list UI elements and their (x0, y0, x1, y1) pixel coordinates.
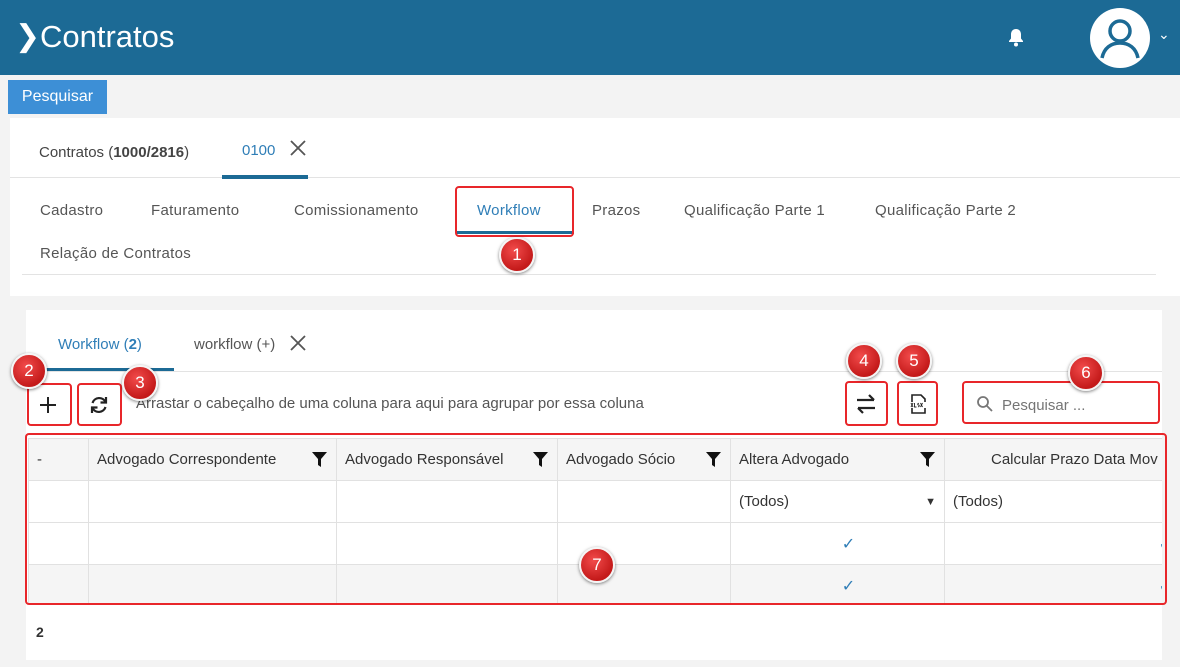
bell-icon[interactable] (1004, 26, 1028, 50)
annotation-box-search (962, 381, 1160, 424)
close-icon[interactable] (288, 333, 308, 353)
tab-comissionamento[interactable]: Comissionamento (294, 202, 419, 219)
user-avatar-icon[interactable] (1090, 8, 1150, 68)
document-tabs: Contratos (1000/2816) 0100 (10, 118, 1180, 179)
tab-contratos-suffix: ) (184, 144, 190, 161)
tab-relacao-de-contratos[interactable]: Relação de Contratos (40, 245, 191, 262)
annotation-badge: 4 (846, 343, 882, 379)
annotation-badge: 5 (896, 343, 932, 379)
tab-workflow-list-suffix: ) (136, 336, 142, 353)
divider (22, 274, 1156, 275)
chevron-right-icon[interactable]: ❯ (15, 22, 40, 52)
tab-faturamento[interactable]: Faturamento (151, 202, 239, 219)
tab-qualificacao-parte-2[interactable]: Qualificação Parte 2 (875, 202, 1016, 219)
annotation-box-swap (845, 381, 888, 426)
tab-contratos-count: 1000/2816 (113, 144, 185, 161)
close-icon[interactable] (288, 138, 308, 158)
annotation-box-add (27, 383, 72, 426)
group-by-hint: Arrastar o cabeçalho de uma coluna para … (136, 395, 644, 412)
tab-workflow-list[interactable]: Workflow (2) (58, 336, 142, 353)
app-header: ❯ Contratos ⌄ (0, 0, 1180, 75)
annotation-badge: 2 (11, 353, 47, 389)
divider (26, 371, 1162, 372)
contract-panel: Contratos (1000/2816) 0100 Cadastro Fatu… (10, 118, 1180, 296)
tab-prazos[interactable]: Prazos (592, 202, 641, 219)
annotation-badge: 7 (579, 547, 615, 583)
annotation-box-workflow-tab (455, 186, 574, 237)
tab-cadastro[interactable]: Cadastro (40, 202, 103, 219)
tab-workflow-list-prefix: Workflow ( (58, 336, 129, 353)
page-title: Contratos (40, 19, 175, 54)
tab-0100[interactable]: 0100 (242, 142, 275, 159)
annotation-box-export (897, 381, 938, 426)
tab-workflow-new[interactable]: workflow (+) (194, 336, 275, 353)
active-tab-indicator (222, 175, 308, 179)
chevron-down-icon[interactable]: ⌄ (1158, 26, 1170, 43)
tab-contratos-prefix: Contratos ( (39, 144, 114, 161)
tab-workflow-list-count: 2 (128, 336, 137, 353)
tab-contratos[interactable]: Contratos (1000/2816) (39, 144, 189, 161)
annotation-badge: 6 (1068, 355, 1104, 391)
search-button[interactable]: Pesquisar (8, 80, 107, 114)
annotation-box-refresh (77, 383, 122, 426)
record-count: 2 (36, 624, 44, 640)
annotation-badge: 1 (499, 237, 535, 273)
annotation-badge: 3 (122, 365, 158, 401)
tab-qualificacao-parte-1[interactable]: Qualificação Parte 1 (684, 202, 825, 219)
